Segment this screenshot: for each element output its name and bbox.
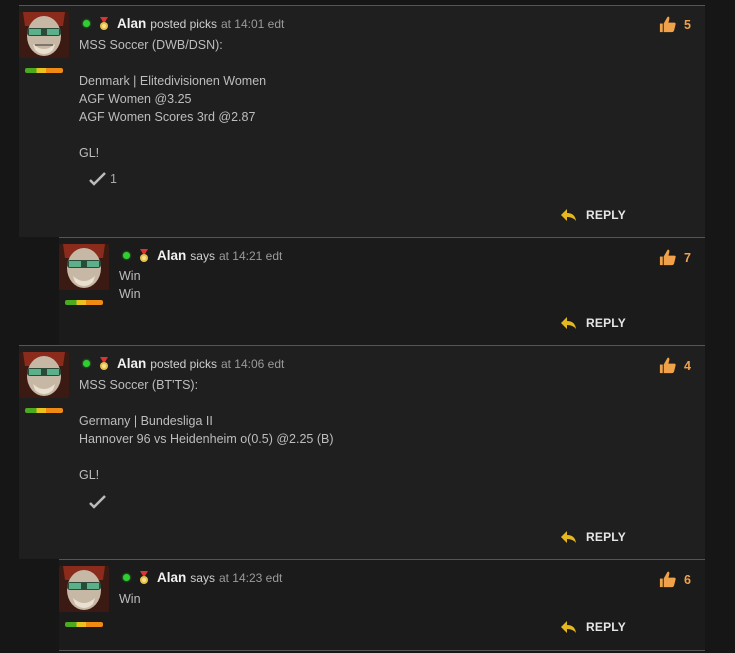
reply-verb: says [190, 248, 215, 263]
medal-icon [140, 248, 148, 262]
post-time: at 14:06 edt [220, 356, 285, 371]
checkmark-icon [89, 172, 106, 186]
post-body: MSS Soccer (DWB/DSN): Denmark | Elitediv… [79, 38, 267, 160]
rank-bar [25, 68, 63, 73]
post-body: MSS Soccer (BT'TS): Germany | Bundesliga… [79, 378, 334, 482]
thumbs-up-icon [659, 16, 676, 33]
reply-body: Win [119, 592, 141, 606]
like-count: 4 [684, 358, 691, 373]
reply-time: at 14:23 edt [218, 570, 283, 585]
avatar[interactable] [19, 352, 69, 398]
reply-label: REPLY [586, 316, 626, 330]
like-count: 5 [684, 17, 691, 32]
reply-button[interactable]: REPLY [560, 530, 626, 544]
reply-label: REPLY [586, 530, 626, 544]
reply-body: Win Win [119, 269, 141, 301]
avatar[interactable] [19, 12, 69, 58]
post-time: at 14:01 edt [220, 16, 285, 31]
reply-label: REPLY [586, 620, 626, 634]
reply-meta: Alan says at 14:23 edt [123, 570, 282, 585]
rank-bar [65, 622, 103, 627]
reply-button[interactable]: REPLY [560, 316, 626, 330]
thumbs-up-icon [659, 357, 676, 374]
post-verb: posted picks [150, 16, 217, 31]
approve-count: 1 [110, 172, 117, 186]
like-button[interactable]: 7 [658, 248, 691, 267]
medal-icon [100, 16, 108, 30]
author-name[interactable]: Alan [157, 570, 186, 585]
like-button[interactable]: 6 [658, 570, 691, 589]
reply-label: REPLY [586, 208, 626, 222]
author-name[interactable]: Alan [117, 356, 146, 371]
reply-verb: says [190, 570, 215, 585]
medal-icon [140, 570, 148, 584]
reply-arrow-icon [561, 531, 576, 543]
post-verb: posted picks [150, 356, 217, 371]
like-count: 6 [684, 572, 691, 587]
online-indicator [123, 252, 130, 259]
reply-button[interactable]: REPLY [560, 208, 626, 222]
avatar[interactable] [59, 566, 109, 612]
post-meta: Alan posted picks at 14:06 edt [83, 356, 284, 371]
online-indicator [123, 574, 130, 581]
bottom-divider [59, 650, 705, 651]
reply-time: at 14:21 edt [218, 248, 283, 263]
avatar[interactable] [59, 244, 109, 290]
checkmark-icon [89, 495, 106, 509]
reply-meta: Alan says at 14:21 edt [123, 248, 282, 263]
reply-arrow-icon [561, 621, 576, 633]
reply-arrow-icon [561, 209, 576, 221]
like-button[interactable]: 5 [658, 15, 691, 34]
online-indicator [83, 360, 90, 367]
approve-button[interactable]: 1 [89, 172, 117, 186]
rank-bar [25, 408, 63, 413]
author-name[interactable]: Alan [157, 248, 186, 263]
like-button[interactable]: 4 [658, 356, 691, 375]
reply-arrow-icon [561, 317, 576, 329]
medal-icon [100, 356, 108, 370]
author-name[interactable]: Alan [117, 16, 146, 31]
reply-button[interactable]: REPLY [560, 620, 626, 634]
like-count: 7 [684, 250, 691, 265]
rank-bar [65, 300, 103, 305]
thumbs-up-icon [659, 249, 676, 266]
post-meta: Alan posted picks at 14:01 edt [83, 16, 284, 31]
online-indicator [83, 20, 90, 27]
approve-button[interactable] [89, 495, 110, 509]
thumbs-up-icon [659, 571, 676, 588]
